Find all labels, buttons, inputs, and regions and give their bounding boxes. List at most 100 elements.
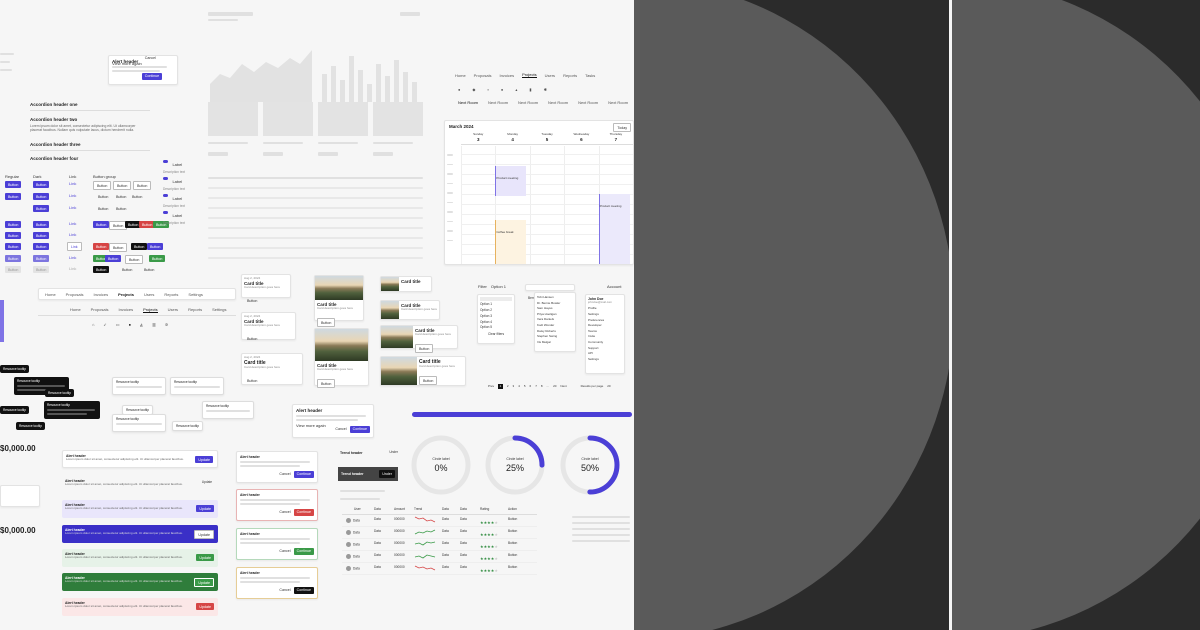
menu-item[interactable]: Preferences (588, 318, 622, 323)
view-more-link[interactable]: View more again (112, 61, 142, 67)
room-tab[interactable]: Next Room (518, 100, 538, 105)
primary-button[interactable]: Button (5, 232, 22, 240)
continue-button[interactable]: Continue (293, 547, 314, 555)
tab-invoices[interactable]: Invoices (499, 73, 514, 78)
page-5[interactable]: 5 (524, 384, 526, 389)
next-button[interactable]: Next (560, 384, 566, 389)
nav-users[interactable]: Users (144, 292, 154, 297)
filter-bar[interactable]: Filter Option 1 (478, 284, 506, 290)
dark-button[interactable]: Button (131, 243, 148, 251)
option-item[interactable]: Option 3 (480, 314, 512, 319)
card-button[interactable]: Button (317, 318, 336, 328)
menu-item[interactable]: Developer (588, 324, 622, 328)
accordion-header-1[interactable]: Accordion header one (30, 102, 150, 111)
chart-icon[interactable]: ▮ (529, 87, 531, 92)
primary-button[interactable]: Button (33, 181, 50, 189)
primary-button-sm[interactable]: Button (33, 193, 50, 201)
filter-value[interactable]: Option 1 (491, 284, 506, 290)
menu-item[interactable]: API (588, 351, 622, 356)
nav-reports[interactable]: Reports (164, 292, 178, 297)
continue-button[interactable]: Continue (293, 586, 314, 594)
card-button[interactable]: Button (244, 378, 260, 385)
person-item[interactable]: Priya Hooligan (537, 312, 573, 317)
accordion-header-3[interactable]: Accordion header three (30, 142, 150, 152)
subnav-users[interactable]: Users (168, 307, 178, 312)
option-item[interactable]: Option 4 (480, 320, 512, 325)
continue-button[interactable]: Continue (349, 425, 370, 433)
cancel-button[interactable]: Cancel (142, 55, 159, 62)
update-button[interactable]: Update (196, 554, 214, 562)
subnav-home[interactable]: Home (70, 307, 81, 312)
continue-button[interactable]: Continue (293, 470, 314, 478)
cancel-button[interactable]: Cancel (276, 509, 293, 516)
update-link[interactable]: Update (202, 480, 212, 485)
person-item[interactable]: Stephen Swing (537, 335, 573, 339)
tab-home[interactable]: Home (455, 73, 466, 78)
calendar-event[interactable]: Product meeting (598, 194, 630, 264)
today-button[interactable]: Today (613, 123, 631, 133)
accordion-header-2[interactable]: Accordion header two (30, 117, 150, 122)
cancel-button[interactable]: Cancel (276, 587, 293, 594)
secondary-button[interactable]: Button (5, 255, 22, 263)
danger-button[interactable]: Button (93, 243, 110, 251)
update-button[interactable]: Update (194, 578, 214, 588)
search-input[interactable] (480, 297, 512, 301)
page-4[interactable]: 4 (518, 384, 520, 389)
link-outline-button[interactable]: Link (67, 242, 82, 252)
subnav-proposals[interactable]: Proposals (91, 307, 109, 312)
page-2[interactable]: 2 (507, 384, 509, 389)
page-8[interactable]: 8 (541, 384, 543, 389)
tab-tasks[interactable]: Tasks (585, 73, 595, 78)
update-button[interactable]: Update (195, 456, 213, 464)
gear-icon[interactable]: ✲ (165, 322, 168, 327)
person-item[interactable]: Iris Melgar (537, 340, 573, 345)
subnav-reports[interactable]: Reports (188, 307, 202, 312)
menu-item[interactable]: Settings (588, 357, 622, 362)
person-item[interactable]: Kodi Wonder (537, 323, 573, 328)
row-action-button[interactable]: Button (508, 518, 526, 522)
menu-item[interactable]: Invite (588, 335, 622, 339)
tab-proposals[interactable]: Proposals (474, 73, 492, 78)
person-item[interactable]: Dr. Bernie Bowler (537, 301, 573, 306)
row-action-button[interactable]: Button (508, 566, 526, 570)
update-button[interactable]: Update (196, 505, 214, 513)
group-button[interactable]: Button (113, 193, 129, 200)
link-button[interactable]: Link (69, 205, 76, 211)
person-item[interactable]: Sam Hayes (537, 307, 573, 311)
group-button[interactable]: Button (93, 221, 110, 229)
users-icon[interactable]: ◭ (140, 322, 143, 327)
person-item[interactable]: Vera Daniels (537, 318, 573, 322)
group-button[interactable]: Button (129, 193, 145, 200)
tab-projects[interactable]: Projects (522, 72, 537, 78)
link-button[interactable]: Link (69, 193, 76, 199)
cancel-button[interactable]: Cancel (276, 548, 293, 555)
home-icon[interactable]: ● (458, 87, 460, 92)
icon-button[interactable]: Button (109, 243, 128, 253)
menu-item[interactable]: Teams (588, 329, 622, 334)
group-button[interactable]: Button (113, 181, 132, 191)
ghost-button[interactable]: Button (141, 266, 157, 273)
room-tab[interactable]: Next Room (548, 100, 568, 105)
page-6[interactable]: 6 (530, 384, 532, 389)
under-button[interactable]: Under (379, 470, 395, 478)
room-tab[interactable]: Next Room (578, 100, 598, 105)
option-item[interactable]: Option 5 (480, 326, 512, 330)
room-tab[interactable]: Next Room (608, 100, 628, 105)
page-3[interactable]: 3 (513, 384, 515, 389)
row-action-button[interactable]: Button (508, 530, 526, 534)
subnav-invoices[interactable]: Invoices (118, 307, 133, 312)
tab-reports[interactable]: Reports (563, 73, 577, 78)
rocket-icon[interactable]: ◆ (472, 87, 475, 92)
nav-invoices[interactable]: Invoices (93, 292, 108, 297)
link-button[interactable]: Link (69, 221, 76, 227)
folder-icon[interactable]: ● (129, 322, 131, 327)
primary-button[interactable]: Button (5, 221, 22, 229)
continue-button[interactable]: Continue (293, 508, 314, 516)
update-button[interactable]: Update (194, 530, 214, 540)
option-item[interactable]: Option 2 (480, 308, 512, 313)
link-button[interactable]: Link (69, 232, 76, 238)
file-icon[interactable]: ▪ (488, 87, 489, 92)
cancel-button[interactable]: Cancel (332, 426, 349, 433)
cancel-button[interactable]: Cancel (276, 471, 293, 478)
group-button[interactable]: Button (95, 205, 111, 212)
